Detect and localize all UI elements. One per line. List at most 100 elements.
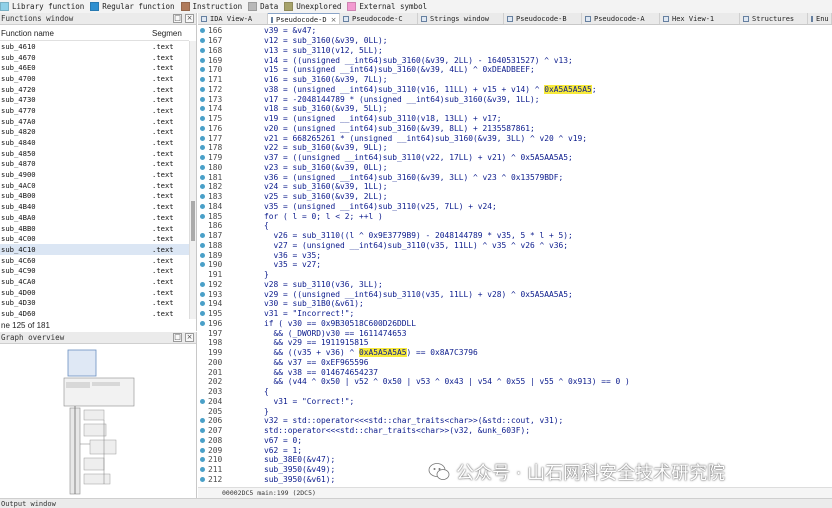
breakpoint-marker-icon[interactable] (200, 174, 205, 180)
tab-ida-view-a[interactable]: IDA View-A (198, 13, 268, 24)
code-line[interactable]: 174 v18 = sub_3160(&v39, 5LL); (198, 104, 832, 114)
function-row[interactable]: sub_4820 .text (0, 127, 189, 138)
code-line[interactable]: 168 v13 = sub_3110(v12, 5LL); (198, 46, 832, 56)
code-line[interactable]: 206 v32 = std::operator<<<std::char_trait… (198, 416, 832, 426)
breakpoint-marker-icon[interactable] (200, 28, 205, 34)
function-row[interactable]: sub_4C90 .text (0, 265, 189, 276)
breakpoint-marker-icon[interactable] (200, 164, 205, 170)
function-row[interactable]: sub_4B40 .text (0, 201, 189, 212)
breakpoint-marker-icon[interactable] (200, 67, 205, 73)
code-line[interactable]: 176 v20 = (unsigned __int64)sub_3160(&v39… (198, 124, 832, 134)
code-line[interactable]: 177 v21 = 668265261 * (unsigned __int64)s… (198, 133, 832, 143)
breakpoint-marker-icon[interactable] (200, 320, 205, 326)
code-line[interactable]: 181 v36 = (unsigned __int64)sub_3160(&v39… (198, 172, 832, 182)
function-row[interactable]: sub_4870 .text (0, 159, 189, 170)
function-row[interactable]: sub_4670 .text (0, 52, 189, 63)
close-button[interactable]: × (185, 333, 194, 342)
code-line[interactable]: 188 v27 = (unsigned __int64)sub_3110(v35… (198, 241, 832, 251)
code-line[interactable]: 191} (198, 270, 832, 280)
breakpoint-marker-icon[interactable] (200, 301, 205, 307)
tab-close-icon[interactable]: × (331, 16, 337, 24)
tab-strings-window[interactable]: Strings window (418, 13, 504, 24)
function-row[interactable]: sub_4AC0 .text (0, 180, 189, 191)
breakpoint-marker-icon[interactable] (200, 77, 205, 83)
breakpoint-marker-icon[interactable] (200, 155, 205, 161)
breakpoint-marker-icon[interactable] (200, 38, 205, 44)
function-row[interactable]: sub_4C10 .text (0, 244, 189, 255)
code-line[interactable]: 182 v24 = sub_3160(&v39, 1LL); (198, 182, 832, 192)
code-line[interactable]: 189 v36 = v35; (198, 250, 832, 260)
column-function-name[interactable]: Function name (0, 29, 152, 38)
code-line[interactable]: 208 v67 = 0; (198, 436, 832, 446)
function-row[interactable]: sub_4C00 .text (0, 233, 189, 244)
function-row[interactable]: sub_4CA0 .text (0, 276, 189, 287)
float-button[interactable]: □ (173, 14, 182, 23)
function-row[interactable]: sub_4840 .text (0, 137, 189, 148)
breakpoint-marker-icon[interactable] (200, 116, 205, 122)
code-line[interactable]: 194 v30 = sub_31B0(&v61); (198, 299, 832, 309)
tab-enu[interactable]: Enu (808, 13, 832, 24)
code-line[interactable]: 193 v29 = ((unsigned __int64)sub_3110(v35… (198, 289, 832, 299)
code-line[interactable]: 180 v23 = sub_3160(&v39, 0LL); (198, 163, 832, 173)
code-line[interactable]: 185 for ( l = 0; l < 2; ++l ) (198, 211, 832, 221)
breakpoint-marker-icon[interactable] (200, 467, 205, 473)
code-line[interactable]: 173 v17 = -2048144789 * (unsigned __int64… (198, 94, 832, 104)
close-button[interactable]: × (185, 14, 194, 23)
breakpoint-marker-icon[interactable] (200, 57, 205, 63)
column-segment[interactable]: Segmen (152, 29, 182, 38)
breakpoint-marker-icon[interactable] (200, 281, 205, 287)
function-row[interactable]: sub_4BB0 .text (0, 223, 189, 234)
code-line[interactable]: 166 v39 = &v47; (198, 26, 832, 36)
code-line[interactable]: 187 v26 = sub_3110((l ^ 0x9E3779B9) - 20… (198, 231, 832, 241)
code-line[interactable]: 203 { (198, 387, 832, 397)
breakpoint-marker-icon[interactable] (200, 213, 205, 219)
float-button[interactable]: □ (173, 333, 182, 342)
breakpoint-marker-icon[interactable] (200, 398, 205, 404)
breakpoint-marker-icon[interactable] (200, 184, 205, 190)
code-line[interactable]: 184 v35 = (unsigned __int64)sub_3110(v25,… (198, 202, 832, 212)
code-line[interactable]: 201 && v38 == 014674654237 (198, 367, 832, 377)
tab-pseudocode-b[interactable]: Pseudocode-B (504, 13, 582, 24)
breakpoint-marker-icon[interactable] (200, 437, 205, 443)
breakpoint-marker-icon[interactable] (200, 194, 205, 200)
code-line[interactable]: 170 v15 = (unsigned __int64)sub_3160(&v39… (198, 65, 832, 75)
tab-pseudocode-c[interactable]: Pseudocode-C (340, 13, 418, 24)
function-row[interactable]: sub_4D60 .text (0, 308, 189, 319)
function-row[interactable]: sub_4B00 .text (0, 191, 189, 202)
function-row[interactable]: sub_4BA0 .text (0, 212, 189, 223)
breakpoint-marker-icon[interactable] (200, 96, 205, 102)
breakpoint-marker-icon[interactable] (200, 457, 205, 463)
breakpoint-marker-icon[interactable] (200, 47, 205, 53)
function-row[interactable]: sub_4770 .text (0, 105, 189, 116)
code-line[interactable]: 178 v22 = sub_3160(&v39, 9LL); (198, 143, 832, 153)
breakpoint-marker-icon[interactable] (200, 428, 205, 434)
function-row[interactable]: sub_4720 .text (0, 84, 189, 95)
function-row[interactable]: sub_4D00 .text (0, 287, 189, 298)
breakpoint-marker-icon[interactable] (200, 311, 205, 317)
code-line[interactable]: 199 && ((v35 + v36) ^ 0xA5A5A5A5) == 0x8… (198, 348, 832, 358)
tab-hex-view-1[interactable]: Hex View-1 (660, 13, 740, 24)
code-line[interactable]: 205} (198, 406, 832, 416)
function-row[interactable]: sub_4900 .text (0, 169, 189, 180)
breakpoint-marker-icon[interactable] (200, 262, 205, 268)
code-line[interactable]: 209 v62 = 1; (198, 445, 832, 455)
breakpoint-marker-icon[interactable] (200, 86, 205, 92)
tab-pseudocode-a[interactable]: Pseudocode-A (582, 13, 660, 24)
code-line[interactable]: 169 v14 = ((unsigned __int64)sub_3160(&v3… (198, 55, 832, 65)
breakpoint-marker-icon[interactable] (200, 447, 205, 453)
function-row[interactable]: sub_46E0 .text (0, 62, 189, 73)
breakpoint-marker-icon[interactable] (200, 476, 205, 482)
code-line[interactable]: 196 if ( v30 == 0x9B30518C600D26DDLL (198, 319, 832, 329)
scrollbar-thumb[interactable] (191, 201, 195, 241)
graph-overview-canvas[interactable] (0, 344, 196, 498)
function-row[interactable]: sub_4C60 .text (0, 255, 189, 266)
function-row[interactable]: sub_4700 .text (0, 73, 189, 84)
tab-structures[interactable]: Structures (740, 13, 808, 24)
breakpoint-marker-icon[interactable] (200, 125, 205, 131)
breakpoint-marker-icon[interactable] (200, 233, 205, 239)
code-line[interactable]: 175 v19 = (unsigned __int64)sub_3110(v18,… (198, 114, 832, 124)
breakpoint-marker-icon[interactable] (200, 203, 205, 209)
code-line[interactable]: 200 && v37 == 0xEF965596 (198, 358, 832, 368)
breakpoint-marker-icon[interactable] (200, 291, 205, 297)
code-line[interactable]: 198 && v29 == 1911915815 (198, 338, 832, 348)
